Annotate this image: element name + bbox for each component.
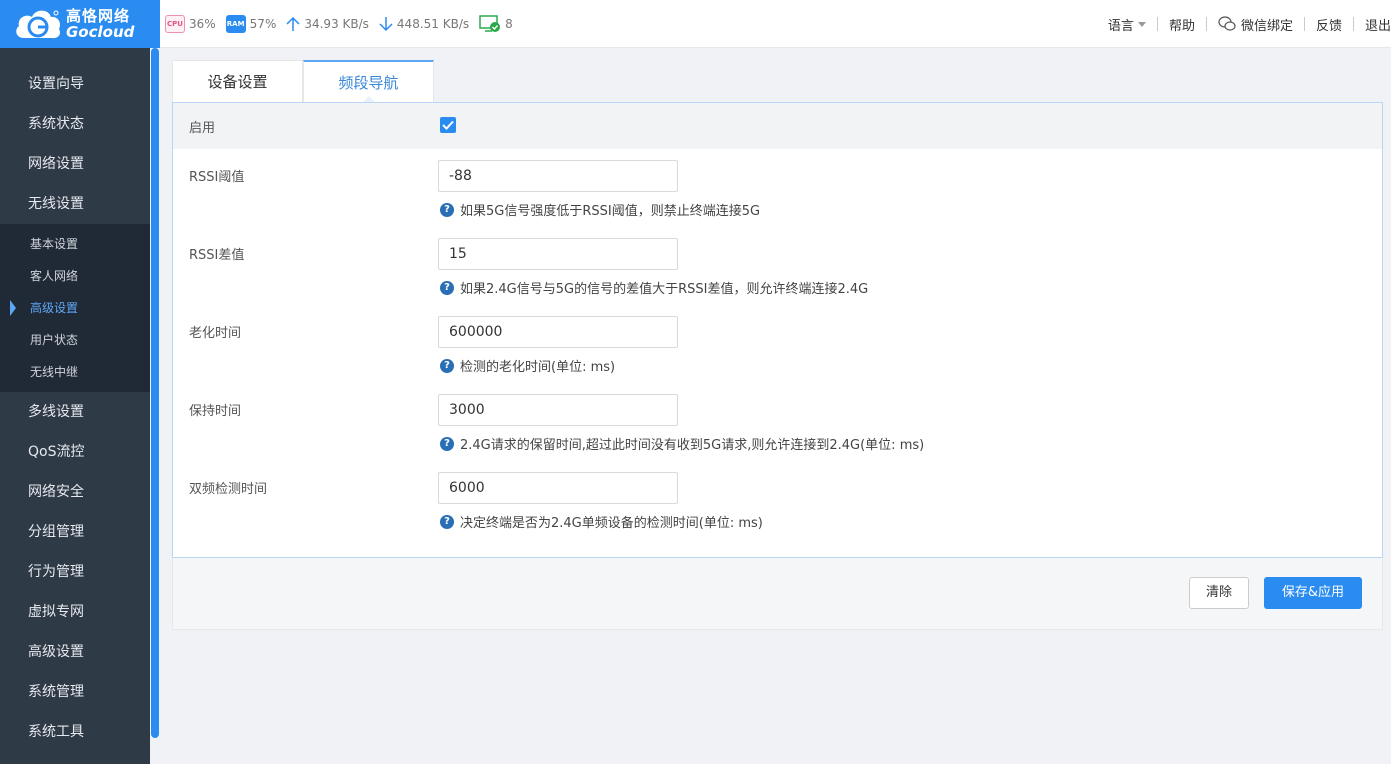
enable-label: 启用 xyxy=(189,120,216,136)
ram-stat: RAM 57% xyxy=(225,15,277,33)
upload-value: 34.93 KB/s xyxy=(304,17,369,31)
enable-row: 启用 xyxy=(173,103,1382,149)
devices-value: 8 xyxy=(505,17,513,31)
sidebar-item-multi-wan[interactable]: 多线设置 xyxy=(0,392,150,432)
ram-icon: RAM xyxy=(225,15,246,33)
help-icon: ? xyxy=(440,514,454,529)
sidebar-item-behavior-management[interactable]: 行为管理 xyxy=(0,552,150,592)
sidebar-item-qos[interactable]: QoS流控 xyxy=(0,432,150,472)
feedback-link[interactable]: 反馈 xyxy=(1305,15,1353,34)
monitor-check-icon xyxy=(479,15,501,32)
sidebar-item-network-settings[interactable]: 网络设置 xyxy=(0,144,150,184)
brand-name-cn: 高恪网络 xyxy=(66,7,131,25)
cpu-icon: CPU xyxy=(165,15,185,33)
help-icon: ? xyxy=(440,280,454,295)
tab-device-settings[interactable]: 设备设置 xyxy=(172,60,303,102)
system-stats: CPU 36% RAM 57% 34.93 KB/s 448.51 KB/s 8 xyxy=(165,0,523,48)
sidebar-item-system-management[interactable]: 系统管理 xyxy=(0,672,150,712)
field-label: 保持时间 xyxy=(189,404,242,419)
field-label: 老化时间 xyxy=(189,326,242,341)
band-steering-form: 启用 RSSI阈值 -88 ? 如果5G信号强度低于RSSI阈值，则禁止终端连接5… xyxy=(172,102,1383,558)
rssi-threshold-input[interactable]: -88 xyxy=(438,160,678,192)
cpu-stat: CPU 36% xyxy=(165,15,216,33)
sidebar-subitem-advanced[interactable]: 高级设置 xyxy=(0,292,150,324)
rssi-difference-input[interactable]: 15 xyxy=(438,238,678,270)
devices-stat[interactable]: 8 xyxy=(479,15,513,33)
sidebar-item-network-security[interactable]: 网络安全 xyxy=(0,472,150,512)
dual-band-detect-time-input[interactable]: 6000 xyxy=(438,472,678,504)
download-arrow-icon xyxy=(379,17,393,32)
clear-button[interactable]: 清除 xyxy=(1189,577,1249,609)
brand-name-en: Gocloud xyxy=(66,23,135,41)
sidebar-subitem-basic[interactable]: 基本设置 xyxy=(0,228,150,260)
field-label: 双频检测时间 xyxy=(189,482,268,497)
help-icon: ? xyxy=(440,436,454,451)
logout-link[interactable]: 退出 xyxy=(1354,15,1391,34)
hold-time-input[interactable]: 3000 xyxy=(438,394,678,426)
sidebar-item-system-status[interactable]: 系统状态 xyxy=(0,104,150,144)
cpu-value: 36% xyxy=(189,17,216,31)
sidebar-subitem-guest-network[interactable]: 客人网络 xyxy=(0,260,150,292)
wechat-bind-link[interactable]: 微信绑定 xyxy=(1207,15,1304,34)
sidebar-item-wireless-settings[interactable]: 无线设置 xyxy=(0,184,150,224)
download-stat: 448.51 KB/s xyxy=(379,16,469,32)
form-footer: 清除 保存&应用 xyxy=(172,558,1383,630)
wechat-icon xyxy=(1218,16,1236,31)
field-hint: ? 如果2.4G信号与5G的信号的差值大于RSSI差值，则允许终端连接2.4G xyxy=(440,278,868,297)
help-link[interactable]: 帮助 xyxy=(1158,15,1206,34)
brand-logo[interactable]: 高恪网络 Gocloud xyxy=(0,0,160,48)
sidebar-subitem-wireless-relay[interactable]: 无线中继 xyxy=(0,356,150,388)
field-label: RSSI阈值 xyxy=(189,170,245,185)
sidebar-scrollbar-thumb[interactable] xyxy=(151,48,159,738)
help-icon: ? xyxy=(440,358,454,373)
field-hint: ? 检测的老化时间(单位: ms) xyxy=(440,356,615,375)
upload-stat: 34.93 KB/s xyxy=(286,16,369,32)
sidebar-item-vpn[interactable]: 虚拟专网 xyxy=(0,592,150,632)
ram-value: 57% xyxy=(249,17,277,31)
main-content: 设备设置 频段导航 启用 RSSI阈值 -88 ? 如果5G信号强度低于RSSI阈… xyxy=(160,48,1391,764)
save-apply-button[interactable]: 保存&应用 xyxy=(1264,577,1362,609)
field-hint: ? 决定终端是否为2.4G单频设备的检测时间(单位: ms) xyxy=(440,512,763,531)
sidebar-subitem-user-status[interactable]: 用户状态 xyxy=(0,324,150,356)
tab-band-steering[interactable]: 频段导航 xyxy=(303,60,434,102)
sidebar-scrollbar[interactable] xyxy=(150,48,160,764)
enable-checkbox[interactable] xyxy=(440,117,456,133)
caret-down-icon xyxy=(1137,21,1146,27)
sidebar-item-system-tools[interactable]: 系统工具 xyxy=(0,712,150,752)
sidebar: 设置向导 系统状态 网络设置 无线设置 基本设置 客人网络 高级设置 用户状态 … xyxy=(0,48,160,764)
sidebar-item-setup-wizard[interactable]: 设置向导 xyxy=(0,64,150,104)
top-header: 高恪网络 Gocloud CPU 36% RAM 57% 34.93 KB/s … xyxy=(0,0,1391,48)
language-menu[interactable]: 语言 xyxy=(1097,15,1157,34)
field-hint: ? 如果5G信号强度低于RSSI阈值，则禁止终端连接5G xyxy=(440,200,760,219)
aging-time-input[interactable]: 600000 xyxy=(438,316,678,348)
sidebar-item-advanced-settings[interactable]: 高级设置 xyxy=(0,632,150,672)
download-value: 448.51 KB/s xyxy=(396,17,470,31)
sidebar-item-group-management[interactable]: 分组管理 xyxy=(0,512,150,552)
tab-bar: 设备设置 频段导航 xyxy=(172,60,434,102)
help-icon: ? xyxy=(440,202,454,217)
checkmark-icon xyxy=(442,120,454,130)
cloud-logo-icon xyxy=(12,4,64,44)
field-label: RSSI差值 xyxy=(189,248,245,263)
top-nav: 语言 帮助 微信绑定 反馈 退出 xyxy=(1097,0,1391,48)
wireless-submenu: 基本设置 客人网络 高级设置 用户状态 无线中继 xyxy=(0,224,150,392)
field-hint: ? 2.4G请求的保留时间,超过此时间没有收到5G请求,则允许连接到2.4G(单位… xyxy=(440,434,924,453)
upload-arrow-icon xyxy=(286,16,300,31)
sidebar-menu: 设置向导 系统状态 网络设置 无线设置 基本设置 客人网络 高级设置 用户状态 … xyxy=(0,64,150,752)
